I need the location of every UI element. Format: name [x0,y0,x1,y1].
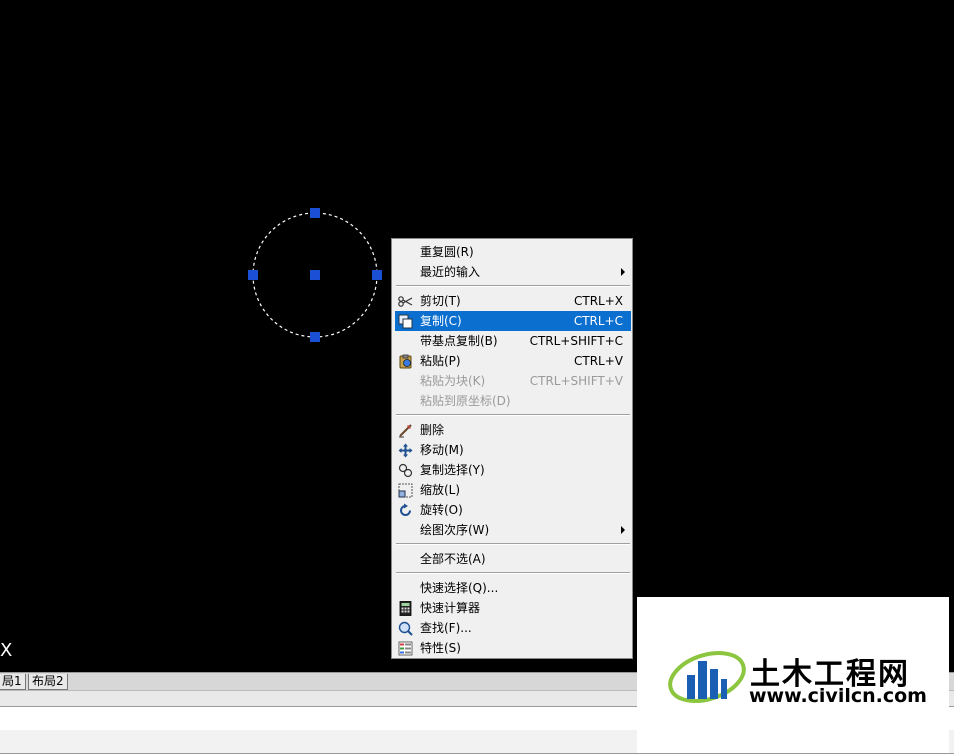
selected-circle[interactable] [240,200,390,350]
menu-item-label: 特性(S) [420,641,461,655]
menu-item-paste[interactable]: 粘贴(P) CTRL+V [395,351,631,371]
menu-separator [396,543,630,545]
menu-item-label: 粘贴到原坐标(D) [420,394,511,408]
menu-item-label: 粘贴(P) [420,354,461,368]
tab-layout1[interactable]: 局1 [0,674,26,690]
submenu-arrow-icon [621,526,625,534]
grip-top[interactable] [310,208,320,218]
grip-center[interactable] [310,270,320,280]
menu-item-paste-as-block: 粘贴为块(K) CTRL+SHIFT+V [395,371,631,391]
scale-icon [398,483,413,498]
grip-right[interactable] [372,270,382,280]
menu-item-copy[interactable]: 复制(C) CTRL+C [395,311,631,331]
menu-item-label: 查找(F)... [420,621,472,635]
menu-item-paste-orig-coords: 粘贴到原坐标(D) [395,391,631,411]
watermark-url: www.civilcn.com [749,685,927,707]
menu-item-label: 复制选择(Y) [420,463,485,477]
menu-item-draw-order[interactable]: 绘图次序(W) [395,520,631,540]
rotate-icon [400,503,411,516]
menu-item-label: 粘贴为块(K) [420,374,486,388]
eraser-icon [399,424,412,438]
menu-item-shortcut: CTRL+SHIFT+C [529,334,623,348]
find-icon [398,621,413,636]
menu-item-copy-with-base[interactable]: 带基点复制(B) CTRL+SHIFT+C [395,331,631,351]
menu-item-erase[interactable]: 删除 [395,420,631,440]
paste-icon [399,354,412,369]
menu-item-label: 删除 [420,423,445,437]
menu-item-recent-input[interactable]: 最近的输入 [395,262,631,282]
grip-bottom[interactable] [310,332,320,342]
menu-item-copy-selection[interactable]: 复制选择(Y) [395,460,631,480]
calculator-icon [399,601,412,616]
menu-item-shortcut: CTRL+V [574,354,623,368]
menu-separator [396,414,630,416]
grip-left[interactable] [248,270,258,280]
menu-item-quick-select[interactable]: 快速选择(Q)... [395,578,631,598]
menu-item-deselect-all[interactable]: 全部不选(A) [395,549,631,569]
context-menu: 重复圆(R) 最近的输入 剪切(T) CTRL+X 复制(C) CTRL+C 带… [391,238,633,659]
move-icon [398,443,413,458]
civilcn-logo-icon [668,651,746,703]
scissors-icon [398,296,413,307]
menu-item-label: 快速计算器 [420,601,481,615]
menu-separator [396,572,630,574]
menu-item-properties[interactable]: 特性(S) [395,638,631,658]
copy-selection-icon [398,463,413,478]
menu-item-find[interactable]: 查找(F)... [395,618,631,638]
menu-item-label: 缩放(L) [420,483,461,497]
menu-item-scale[interactable]: 缩放(L) [395,480,631,500]
menu-item-label: 带基点复制(B) [420,334,498,348]
ucs-x-label: X [0,640,13,661]
menu-item-move[interactable]: 移动(M) [395,440,631,460]
menu-item-repeat-circle[interactable]: 重复圆(R) [395,242,631,262]
copy-icon [398,314,413,329]
menu-item-label: 复制(C) [420,314,462,328]
menu-item-label: 全部不选(A) [420,552,486,566]
menu-item-quick-calc[interactable]: 快速计算器 [395,598,631,618]
menu-item-shortcut: CTRL+X [573,294,623,308]
menu-item-label: 绘图次序(W) [420,523,490,537]
tab-layout2[interactable]: 布局2 [28,674,68,690]
menu-separator [396,285,630,287]
menu-item-label: 剪切(T) [420,294,461,308]
menu-item-label: 移动(M) [420,443,464,457]
menu-item-shortcut: CTRL+SHIFT+V [529,374,623,388]
menu-item-label: 快速选择(Q)... [420,581,499,595]
menu-item-rotate[interactable]: 旋转(O) [395,500,631,520]
submenu-arrow-icon [621,268,625,276]
menu-item-shortcut: CTRL+C [573,314,623,328]
menu-item-cut[interactable]: 剪切(T) CTRL+X [395,291,631,311]
menu-item-label: 最近的输入 [420,265,481,279]
menu-item-label: 重复圆(R) [420,245,474,259]
watermark-logo: 土木工程网 www.civilcn.com [637,597,949,753]
properties-icon [398,641,413,656]
menu-item-label: 旋转(O) [420,503,463,517]
